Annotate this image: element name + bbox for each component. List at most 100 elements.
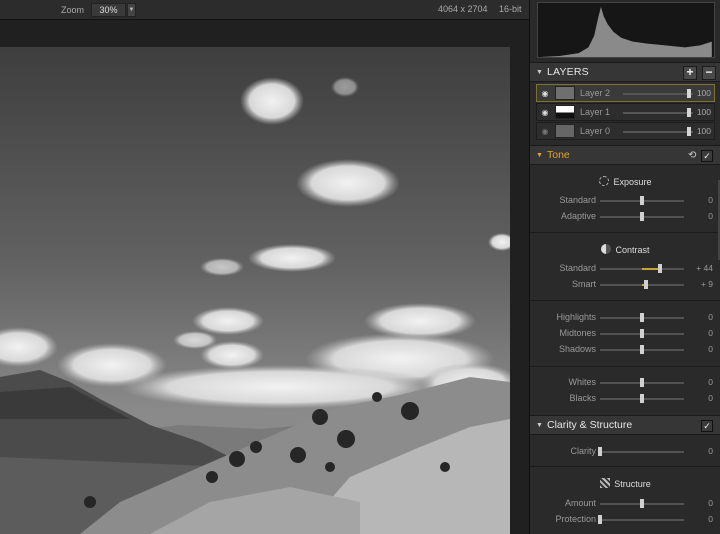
zoom-dropdown-button[interactable]: ▼ xyxy=(127,2,137,17)
bit-depth: 16-bit xyxy=(499,4,522,14)
tone-section-header[interactable]: ▼ Tone ⟲ ✓ xyxy=(530,145,720,165)
slider-handle[interactable] xyxy=(640,313,644,322)
group-title: Contrast xyxy=(530,244,720,255)
image-dimensions: 4064 x 2704 xyxy=(438,4,488,14)
image-canvas[interactable] xyxy=(0,20,529,534)
collapse-triangle-icon[interactable]: ▼ xyxy=(536,422,544,429)
slider-label: Midtones xyxy=(559,328,596,338)
slider-value: 0 xyxy=(708,514,713,524)
layer-row[interactable]: ◉ Layer 2 100 xyxy=(536,84,715,102)
top-toolbar: Zoom 30% ▼ 4064 x 2704 16-bit xyxy=(0,0,529,20)
slider-track[interactable] xyxy=(600,519,684,521)
opacity-slider-handle[interactable] xyxy=(687,89,691,98)
slider-label: Adaptive xyxy=(560,211,596,221)
layer-thumbnail xyxy=(555,86,575,100)
slider-label: Blacks xyxy=(569,393,596,403)
slider-value: 0 xyxy=(708,312,713,322)
slider-blacks[interactable]: Blacks 0 xyxy=(530,391,720,405)
slider-highlights[interactable]: Highlights 0 xyxy=(530,310,720,324)
slider-handle[interactable] xyxy=(640,345,644,354)
slider-value: 0 xyxy=(708,344,713,354)
slider-shadows[interactable]: Shadows 0 xyxy=(530,342,720,356)
divider xyxy=(530,366,720,367)
clarity-section-header[interactable]: ▼ Clarity & Structure ✓ xyxy=(530,415,720,435)
slider-value: + 9 xyxy=(700,279,713,289)
group-title-text: Exposure xyxy=(613,177,652,187)
slider-smart[interactable]: Smart + 9 xyxy=(530,277,720,291)
remove-layer-button[interactable]: − xyxy=(702,66,716,80)
slider-handle[interactable] xyxy=(598,447,602,456)
slider-handle[interactable] xyxy=(640,212,644,221)
right-panel: ▼ LAYERS + − ◉ Layer 2 100 ◉ Layer 1 100… xyxy=(529,0,720,534)
opacity-slider[interactable] xyxy=(623,131,693,133)
slider-handle[interactable] xyxy=(598,515,602,524)
tone-enable-checkbox[interactable]: ✓ xyxy=(701,150,713,162)
zoom-value: 30% xyxy=(99,4,118,15)
slider-clarity[interactable]: Clarity 0 xyxy=(530,444,720,458)
slider-value: 0 xyxy=(708,195,713,205)
photo-preview[interactable] xyxy=(0,47,510,534)
slider-amount[interactable]: Amount 0 xyxy=(530,496,720,510)
divider xyxy=(530,232,720,233)
add-layer-button[interactable]: + xyxy=(683,66,697,80)
landscape-photo xyxy=(0,47,510,534)
zoom-field[interactable]: 30% xyxy=(91,2,127,17)
exposure-icon xyxy=(599,176,610,186)
group-title: Structure xyxy=(530,478,720,489)
opacity-value: 100 xyxy=(696,107,711,117)
app-window: Zoom 30% ▼ 4064 x 2704 16-bit ▼ LAYERS +… xyxy=(0,0,720,534)
slider-value: 0 xyxy=(708,377,713,387)
slider-handle[interactable] xyxy=(643,280,648,289)
eye-icon[interactable]: ◉ xyxy=(539,127,551,136)
slider-handle[interactable] xyxy=(640,394,644,403)
layer-name: Layer 1 xyxy=(580,107,611,117)
layers-section-header[interactable]: ▼ LAYERS + − xyxy=(530,62,720,82)
group-title-text: Contrast xyxy=(615,245,650,255)
collapse-triangle-icon[interactable]: ▼ xyxy=(536,69,544,76)
slider-midtones[interactable]: Midtones 0 xyxy=(530,326,720,340)
slider-handle[interactable] xyxy=(640,329,644,338)
slider-protection[interactable]: Protection 0 xyxy=(530,512,720,526)
group-title: Exposure xyxy=(530,176,720,187)
tone-title: Tone xyxy=(547,149,570,161)
layer-thumbnail xyxy=(555,105,575,119)
collapse-triangle-icon[interactable]: ▼ xyxy=(536,152,544,159)
slider-label: Protection xyxy=(555,514,596,524)
layers-title: LAYERS xyxy=(547,66,589,78)
reset-icon[interactable]: ⟲ xyxy=(688,150,696,161)
slider-adaptive[interactable]: Adaptive 0 xyxy=(530,209,720,223)
structure-icon xyxy=(600,478,611,488)
slider-label: Amount xyxy=(564,498,596,508)
opacity-slider-handle[interactable] xyxy=(687,127,691,136)
slider-label: Smart xyxy=(571,279,596,289)
slider-value: 0 xyxy=(708,498,713,508)
layer-row[interactable]: ◉ Layer 0 100 xyxy=(536,122,715,140)
slider-handle[interactable] xyxy=(640,196,644,205)
eye-icon[interactable]: ◉ xyxy=(539,108,551,117)
slider-value: + 44 xyxy=(696,263,713,273)
layer-row[interactable]: ◉ Layer 1 100 xyxy=(536,103,715,121)
slider-handle[interactable] xyxy=(658,264,663,273)
slider-value: 0 xyxy=(708,211,713,221)
slider-label: Standard xyxy=(559,263,596,273)
slider-label: Standard xyxy=(559,195,596,205)
slider-label: Highlights xyxy=(556,312,596,322)
clarity-enable-checkbox[interactable]: ✓ xyxy=(701,420,713,432)
slider-value: 0 xyxy=(708,393,713,403)
divider xyxy=(530,300,720,301)
opacity-slider-handle[interactable] xyxy=(687,108,691,117)
group-title-text: Structure xyxy=(614,479,651,489)
opacity-value: 100 xyxy=(696,126,711,136)
chevron-down-icon: ▼ xyxy=(128,6,135,13)
slider-whites[interactable]: Whites 0 xyxy=(530,375,720,389)
slider-value: 0 xyxy=(708,328,713,338)
slider-standard[interactable]: Standard 0 xyxy=(530,193,720,207)
slider-handle[interactable] xyxy=(640,378,644,387)
slider-standard[interactable]: Standard + 44 xyxy=(530,261,720,275)
slider-handle[interactable] xyxy=(640,499,644,508)
slider-track[interactable] xyxy=(600,451,684,453)
opacity-slider[interactable] xyxy=(623,112,693,114)
opacity-slider[interactable] xyxy=(623,93,693,95)
zoom-label: Zoom xyxy=(61,4,85,15)
eye-icon[interactable]: ◉ xyxy=(539,89,551,98)
